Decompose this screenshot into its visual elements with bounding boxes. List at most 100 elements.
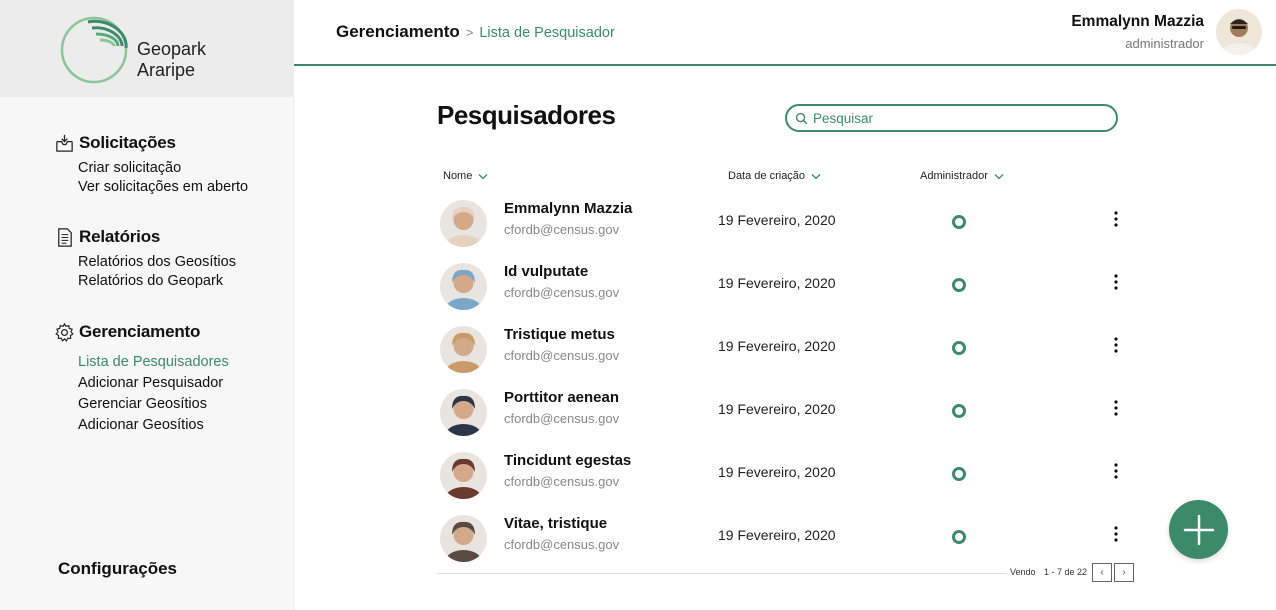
app-root: Geopark Araripe Solicitações Criar solic… — [0, 0, 1276, 610]
brand-line-2: Araripe — [137, 60, 196, 80]
column-header-admin[interactable]: Administrador — [920, 170, 1004, 182]
nav-items: Criar solicitação Ver solicitações em ab… — [78, 159, 248, 197]
user-info: Emmalynn Mazzia administrador — [1071, 13, 1204, 51]
avatar — [440, 389, 487, 436]
pager-next-button[interactable]: › — [1114, 563, 1134, 582]
search-icon — [795, 112, 808, 124]
avatar — [440, 515, 487, 562]
researcher-name: Tincidunt egestas — [504, 452, 632, 469]
researcher-email: cfordb@census.gov — [504, 474, 620, 489]
page-title: Pesquisadores — [437, 100, 616, 130]
plus-icon — [1183, 514, 1214, 545]
nav-head-gerenciamento[interactable]: Gerenciamento — [54, 321, 229, 343]
brand-area: Geopark Araripe — [0, 0, 293, 97]
creation-date: 19 Fevereiro, 2020 — [718, 464, 836, 480]
search-box[interactable] — [785, 104, 1118, 132]
nav-item-relatorios-geositios[interactable]: Relatórios dos Geosítios — [78, 253, 236, 272]
column-header-name[interactable]: Nome — [443, 170, 488, 182]
nav-item-adicionar-pesquisador[interactable]: Adicionar Pesquisador — [78, 373, 229, 394]
researcher-name: Emmalynn Mazzia — [504, 200, 633, 217]
nav-head-solicitacoes[interactable]: Solicitações — [54, 132, 248, 154]
column-header-label: Nome — [443, 170, 473, 182]
nav-title: Relatórios — [79, 227, 161, 246]
column-header-date[interactable]: Data de criação — [728, 170, 821, 182]
person-avatar-icon — [440, 326, 487, 373]
nav-section-solicitacoes: Solicitações Criar solicitação Ver solic… — [54, 132, 248, 197]
researcher-name: Id vulputate — [504, 263, 589, 280]
creation-date: 19 Fevereiro, 2020 — [718, 212, 836, 228]
brand-name: Geopark Araripe — [137, 39, 206, 81]
creation-date: 19 Fevereiro, 2020 — [718, 527, 836, 543]
nav-item-gerenciar-geositios[interactable]: Gerenciar Geosítios — [78, 394, 229, 415]
person-avatar-icon — [440, 515, 487, 562]
nav-items: Relatórios dos Geosítios Relatórios do G… — [78, 253, 236, 291]
nav-item-relatorios-geopark[interactable]: Relatórios do Geopark — [78, 272, 236, 291]
avatar — [440, 200, 487, 247]
more-vertical-icon[interactable] — [1109, 273, 1123, 291]
more-vertical-icon[interactable] — [1109, 336, 1123, 354]
creation-date: 19 Fevereiro, 2020 — [718, 401, 836, 417]
admin-toggle[interactable] — [952, 404, 966, 418]
researcher-email: cfordb@census.gov — [504, 348, 620, 363]
more-vertical-icon[interactable] — [1109, 462, 1123, 480]
sidebar: Geopark Araripe Solicitações Criar solic… — [0, 0, 294, 610]
researcher-email: cfordb@census.gov — [504, 285, 620, 300]
table-row[interactable]: Emmalynn Mazzia cfordb@census.gov 19 Fever… — [437, 200, 1137, 263]
creation-date: 19 Fevereiro, 2020 — [718, 338, 836, 354]
researcher-email: cfordb@census.gov — [504, 411, 620, 426]
table-row[interactable]: Tristique metus cfordb@census.gov 19 Fever… — [437, 326, 1137, 389]
nav-item-lista-pesquisadores[interactable]: Lista de Pesquisadores — [78, 352, 229, 373]
nav-section-gerenciamento: Gerenciamento Lista de Pesquisadores Adi… — [54, 321, 229, 436]
gear-icon — [55, 322, 74, 342]
researcher-name: Porttitor aenean — [504, 389, 620, 406]
add-researcher-button[interactable] — [1169, 500, 1228, 559]
column-header-label: Data de criação — [728, 170, 806, 182]
table-row[interactable]: Id vulputate cfordb@census.gov 19 Fevereir… — [437, 263, 1137, 326]
admin-toggle[interactable] — [952, 278, 966, 292]
more-vertical-icon[interactable] — [1109, 210, 1123, 228]
chevron-down-icon — [994, 173, 1004, 179]
researcher-email: cfordb@census.gov — [504, 537, 620, 552]
settings-link[interactable]: Configurações — [58, 559, 177, 579]
creation-date: 19 Fevereiro, 2020 — [718, 275, 836, 291]
pager-prev-button[interactable]: ‹ — [1092, 563, 1112, 582]
admin-toggle[interactable] — [952, 530, 966, 544]
person-avatar-icon — [440, 200, 487, 247]
admin-toggle[interactable] — [952, 467, 966, 481]
geopark-logo-icon — [60, 16, 128, 84]
nav-item-criar-solicitacao[interactable]: Criar solicitação — [78, 159, 248, 178]
nav-item-adicionar-geositios[interactable]: Adicionar Geosítios — [78, 415, 229, 436]
admin-toggle[interactable] — [952, 341, 966, 355]
nav-item-ver-solicitacoes[interactable]: Ver solicitações em aberto — [78, 178, 248, 197]
nav-title: Gerenciamento — [79, 322, 201, 341]
table-row[interactable]: Tincidunt egestas cfordb@census.gov 19 Fev… — [437, 452, 1137, 515]
admin-toggle[interactable] — [952, 215, 966, 229]
breadcrumb-current[interactable]: Lista de Pesquisador — [479, 25, 614, 41]
brand-line-1: Geopark — [137, 39, 207, 59]
table-divider — [437, 573, 1007, 574]
column-header-label: Administrador — [920, 170, 988, 182]
breadcrumb: Gerenciamento > Lista de Pesquisador — [336, 22, 615, 42]
inbox-icon — [56, 134, 73, 152]
nav-head-relatorios[interactable]: Relatórios — [54, 226, 236, 248]
avatar — [440, 326, 487, 373]
researcher-name: Tristique metus — [504, 326, 615, 343]
chevron-down-icon — [811, 173, 821, 179]
nav-title: Solicitações — [79, 133, 176, 152]
more-vertical-icon[interactable] — [1109, 399, 1123, 417]
person-avatar-icon — [440, 263, 487, 310]
researcher-name: Vitae, tristique — [504, 515, 608, 532]
pager-count: 1 - 7 de 22 — [1044, 567, 1088, 577]
pager-label: Vendo — [1010, 567, 1036, 577]
breadcrumb-main[interactable]: Gerenciamento — [336, 22, 460, 42]
user-avatar[interactable] — [1216, 9, 1262, 55]
nav-items: Lista de Pesquisadores Adicionar Pesquis… — [78, 352, 229, 436]
avatar — [440, 263, 487, 310]
nav-section-relatorios: Relatórios Relatórios dos Geosítios Rela… — [54, 226, 236, 291]
avatar — [440, 452, 487, 499]
user-name: Emmalynn Mazzia — [1071, 13, 1204, 30]
table-row[interactable]: Porttitor aenean cfordb@census.gov 19 Feve… — [437, 389, 1137, 452]
more-vertical-icon[interactable] — [1109, 525, 1123, 543]
search-input[interactable] — [813, 110, 1103, 126]
chevron-down-icon — [478, 173, 488, 179]
